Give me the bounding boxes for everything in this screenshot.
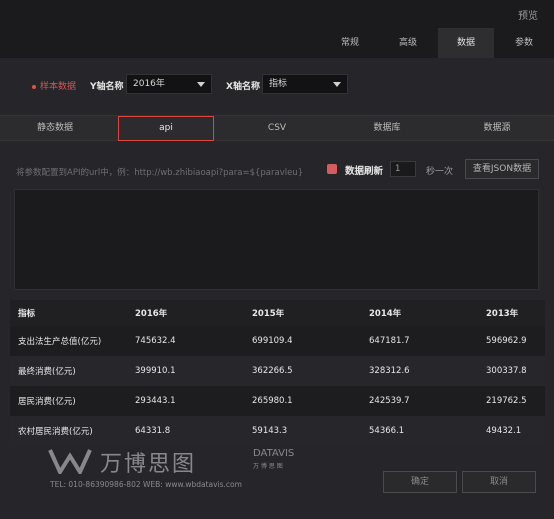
table-cell: 745632.4: [127, 326, 244, 356]
confirm-button[interactable]: 确定: [383, 471, 457, 493]
refresh-interval-unit: 秒一次: [426, 167, 454, 177]
table-header-cell: 2015年: [244, 300, 361, 326]
tab-static-data[interactable]: 静态数据: [0, 116, 110, 140]
refresh-interval-input[interactable]: 1: [390, 161, 416, 177]
table-cell: 300337.8: [478, 356, 545, 386]
table-cell: 265980.1: [244, 386, 361, 416]
top-bar: 预览: [0, 0, 554, 28]
table-row: 居民消费(亿元) 293443.1 265980.1 242539.7 2197…: [10, 386, 545, 416]
sample-data-label: 样本数据: [32, 79, 76, 92]
cancel-button[interactable]: 取消: [462, 471, 536, 493]
watermark-brand: 万博思图: [100, 452, 197, 477]
tab-api[interactable]: api: [118, 116, 214, 141]
table-row: 农村居民消费(亿元) 64331.8 59143.3 54366.1 49432…: [10, 416, 545, 446]
table-cell: 支出法生产总值(亿元): [10, 326, 127, 356]
table-cell: 293443.1: [127, 386, 244, 416]
watermark-datavis-en: DATAVIS: [253, 448, 295, 459]
data-source-tabs: 静态数据 api CSV 数据库 数据源: [0, 115, 554, 141]
watermark-datavis: DATAVIS 万 博 思 图: [253, 448, 294, 470]
table-cell: 242539.7: [361, 386, 478, 416]
table-cell: 328312.6: [361, 356, 478, 386]
table-cell: 219762.5: [478, 386, 545, 416]
table-row: 支出法生产总值(亿元) 745632.4 699109.4 647181.7 5…: [10, 326, 545, 356]
brand-logo-icon: [48, 449, 92, 474]
table-cell: 64331.8: [127, 416, 244, 446]
tab-parameters[interactable]: 参数: [496, 28, 552, 58]
settings-nav: 常规 高级 数据 参数: [0, 28, 554, 58]
table-cell: 647181.7: [361, 326, 478, 356]
chevron-down-icon: [197, 82, 205, 87]
table-cell: 54366.1: [361, 416, 478, 446]
y-axis-select[interactable]: 2016年: [126, 74, 212, 94]
table-header-cell: 2013年: [478, 300, 545, 326]
api-url-hint: 将参数配置到API的url中，例：http://wb.zhibiaoapi?pa…: [16, 168, 304, 178]
table-cell: 最终消费(亿元): [10, 356, 127, 386]
table-cell: 49432.1: [478, 416, 545, 446]
y-axis-label: Y轴名称: [90, 82, 124, 92]
x-axis-select-value: 指标: [269, 79, 288, 89]
table-header-cell: 2016年: [127, 300, 244, 326]
chevron-down-icon: [333, 82, 341, 87]
sample-data-table: 指标 2016年 2015年 2014年 2013年 支出法生产总值(亿元) 7…: [10, 300, 545, 446]
table-cell: 农村居民消费(亿元): [10, 416, 127, 446]
tab-datasource[interactable]: 数据源: [442, 116, 552, 140]
watermark: 万博思图 DATAVIS 万 博 思 图 TEL: 010-86390986-8…: [48, 444, 338, 494]
refresh-checkbox[interactable]: [327, 164, 337, 174]
api-url-textarea[interactable]: [14, 189, 539, 290]
table-cell: 699109.4: [244, 326, 361, 356]
y-axis-select-value: 2016年: [133, 79, 165, 89]
table-row: 最终消费(亿元) 399910.1 362266.5 328312.6 3003…: [10, 356, 545, 386]
refresh-label: 数据刷新: [345, 166, 384, 177]
table-cell: 居民消费(亿元): [10, 386, 127, 416]
table-cell: 399910.1: [127, 356, 244, 386]
view-json-button[interactable]: 查看JSON数据: [465, 159, 539, 179]
tab-advanced[interactable]: 高级: [380, 28, 436, 58]
table-cell: 596962.9: [478, 326, 545, 356]
tab-database[interactable]: 数据库: [332, 116, 442, 140]
tab-data[interactable]: 数据: [438, 28, 494, 58]
table-header-cell: 指标: [10, 300, 127, 326]
table-cell: 362266.5: [244, 356, 361, 386]
watermark-datavis-cn: 万 博 思 图: [253, 463, 283, 470]
x-axis-select[interactable]: 指标: [262, 74, 348, 94]
preview-button[interactable]: 预览: [518, 7, 538, 22]
x-axis-label: X轴名称: [226, 82, 260, 92]
tab-csv[interactable]: CSV: [222, 116, 332, 140]
table-header-row: 指标 2016年 2015年 2014年 2013年: [10, 300, 545, 326]
required-dot-icon: [32, 84, 36, 89]
tab-general[interactable]: 常规: [322, 28, 378, 58]
data-panel: 样本数据 Y轴名称 2016年 X轴名称 指标 静态数据 api CSV 数据库…: [0, 58, 554, 519]
watermark-contact: TEL: 010-86390986-802 WEB: www.wbdatavis…: [50, 480, 242, 489]
table-header-cell: 2014年: [361, 300, 478, 326]
table-cell: 59143.3: [244, 416, 361, 446]
